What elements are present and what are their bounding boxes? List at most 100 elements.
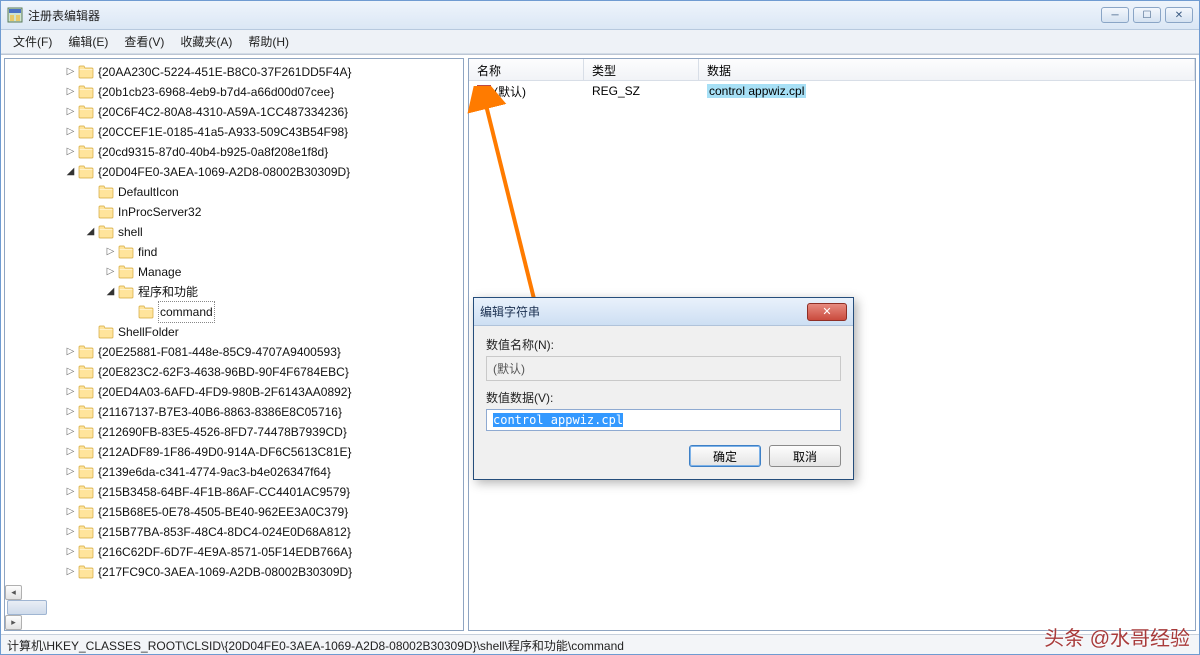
tree-node[interactable]: ▷ {2139e6da-c341-4774-9ac3-b4e026347f64}	[5, 462, 463, 482]
folder-icon	[98, 225, 114, 239]
expand-icon[interactable]: ▷	[65, 147, 76, 158]
menu-help[interactable]: 帮助(H)	[240, 30, 297, 53]
tree-node[interactable]: ▷command	[5, 302, 463, 322]
dialog-title: 编辑字符串	[480, 303, 807, 320]
tree-node[interactable]: ▷ {216C62DF-6D7F-4E9A-8571-05F14EDB766A}	[5, 542, 463, 562]
tree-node[interactable]: ◢ {20D04FE0-3AEA-1069-A2D8-08002B30309D}	[5, 162, 463, 182]
menu-view[interactable]: 查看(V)	[116, 30, 172, 53]
expand-icon[interactable]: ▷	[105, 247, 116, 258]
tree-node[interactable]: ▷ShellFolder	[5, 322, 463, 342]
tree-node[interactable]: ▷ find	[5, 242, 463, 262]
minimize-button[interactable]: ─	[1101, 7, 1129, 23]
scroll-left-button[interactable]: ◂	[5, 585, 22, 600]
folder-icon	[118, 265, 134, 279]
scroll-thumb[interactable]	[7, 600, 47, 615]
expand-icon[interactable]: ▷	[65, 367, 76, 378]
tree-node[interactable]: ▷{212690FB-83E5-4526-8FD7-74478B7939CD}	[5, 422, 463, 442]
maximize-button[interactable]: ☐	[1133, 7, 1161, 23]
menu-edit[interactable]: 编辑(E)	[60, 30, 116, 53]
expand-icon[interactable]: ▷	[65, 467, 76, 478]
folder-icon	[78, 545, 94, 559]
expand-icon[interactable]: ▷	[65, 387, 76, 398]
tree-node[interactable]: ▷DefaultIcon	[5, 182, 463, 202]
tree-node[interactable]: ▷ Manage	[5, 262, 463, 282]
menu-favorites[interactable]: 收藏夹(A)	[172, 30, 240, 53]
close-button[interactable]: ✕	[1165, 7, 1193, 23]
tree-node[interactable]: ▷{20AA230C-5224-451E-B8C0-37F261DD5F4A}	[5, 62, 463, 82]
tree-node[interactable]: ▷{20E25881-F081-448e-85C9-4707A9400593}	[5, 342, 463, 362]
tree-node-label: {216C62DF-6D7F-4E9A-8571-05F14EDB766A}	[98, 542, 352, 562]
cell-name: ab(默认)	[469, 83, 584, 100]
folder-icon	[118, 285, 134, 299]
col-data[interactable]: 数据	[699, 59, 1195, 80]
scroll-right-button[interactable]: ▸	[5, 615, 22, 630]
tree-node[interactable]: ▷ {21167137-B7E3-40B6-8863-8386E8C05716}	[5, 402, 463, 422]
window-title: 注册表编辑器	[28, 7, 1101, 24]
collapse-icon[interactable]: ◢	[65, 167, 76, 178]
tree-node-label: {20D04FE0-3AEA-1069-A2D8-08002B30309D}	[98, 162, 350, 182]
expand-icon[interactable]: ▷	[65, 447, 76, 458]
folder-icon	[78, 525, 94, 539]
tree-node[interactable]: ◢ shell	[5, 222, 463, 242]
expand-icon[interactable]: ▷	[65, 427, 76, 438]
tree-node-label: find	[138, 242, 157, 262]
collapse-icon[interactable]: ◢	[105, 287, 116, 298]
value-name: (默认)	[494, 85, 526, 99]
dialog-title-bar[interactable]: 编辑字符串 ✕	[474, 298, 853, 326]
folder-icon	[78, 565, 94, 579]
col-type[interactable]: 类型	[584, 59, 699, 80]
tree-node[interactable]: ▷{20C6F4C2-80A8-4310-A59A-1CC487334236}	[5, 102, 463, 122]
tree-node[interactable]: ▷{20ED4A03-6AFD-4FD9-980B-2F6143AA0892}	[5, 382, 463, 402]
ok-button[interactable]: 确定	[689, 445, 761, 467]
expand-icon[interactable]: ▷	[65, 67, 76, 78]
value-name-field: (默认)	[486, 356, 841, 381]
collapse-icon[interactable]: ◢	[85, 227, 96, 238]
expand-icon[interactable]: ▷	[65, 107, 76, 118]
tree-node[interactable]: ▷{20b1cb23-6968-4eb9-b7d4-a66d00d07cee}	[5, 82, 463, 102]
app-icon	[7, 7, 23, 23]
expand-icon[interactable]: ▷	[65, 407, 76, 418]
tree-node[interactable]: ▷{20cd9315-87d0-40b4-b925-0a8f208e1f8d}	[5, 142, 463, 162]
tree-node-label: 程序和功能	[138, 282, 198, 302]
folder-icon	[98, 205, 114, 219]
folder-icon	[78, 145, 94, 159]
tree-node[interactable]: ▷{217FC9C0-3AEA-1069-A2DB-08002B30309D}	[5, 562, 463, 582]
tree-node[interactable]: ▷{215B77BA-853F-48C4-8DC4-024E0D68A812}	[5, 522, 463, 542]
value-data-input[interactable]: control appwiz.cpl	[486, 409, 841, 431]
tree-node-label: ShellFolder	[118, 322, 179, 342]
expand-icon[interactable]: ▷	[65, 87, 76, 98]
tree-node[interactable]: ▷ {215B3458-64BF-4F1B-86AF-CC4401AC9579}	[5, 482, 463, 502]
expand-icon[interactable]: ▷	[65, 347, 76, 358]
tree-node[interactable]: ▷{20E823C2-62F3-4638-96BD-90F4F6784EBC}	[5, 362, 463, 382]
horizontal-scrollbar[interactable]: ◂ ▸	[5, 585, 463, 630]
tree-node-label: Manage	[138, 262, 181, 282]
expand-icon[interactable]: ▷	[65, 527, 76, 538]
tree-node-label: {215B3458-64BF-4F1B-86AF-CC4401AC9579}	[98, 482, 350, 502]
expand-icon[interactable]: ▷	[65, 487, 76, 498]
expand-icon[interactable]: ▷	[65, 567, 76, 578]
tree-node[interactable]: ◢ 程序和功能	[5, 282, 463, 302]
tree-node-label: {2139e6da-c341-4774-9ac3-b4e026347f64}	[98, 462, 331, 482]
tree-view[interactable]: ▷{20AA230C-5224-451E-B8C0-37F261DD5F4A}▷…	[5, 59, 463, 585]
folder-icon	[78, 445, 94, 459]
expand-icon[interactable]: ▷	[65, 127, 76, 138]
folder-icon	[98, 325, 114, 339]
expand-icon[interactable]: ▷	[65, 507, 76, 518]
cancel-button[interactable]: 取消	[769, 445, 841, 467]
tree-node[interactable]: ▷{212ADF89-1F86-49D0-914A-DF6C5613C81E}	[5, 442, 463, 462]
list-row[interactable]: ab(默认) REG_SZ control appwiz.cpl	[469, 81, 1195, 101]
folder-icon	[78, 405, 94, 419]
col-name[interactable]: 名称	[469, 59, 584, 80]
tree-node-label: {21167137-B7E3-40B6-8863-8386E8C05716}	[98, 402, 342, 422]
tree-node[interactable]: ▷{20CCEF1E-0185-41a5-A933-509C43B54F98}	[5, 122, 463, 142]
expand-icon[interactable]: ▷	[65, 547, 76, 558]
dialog-close-button[interactable]: ✕	[807, 303, 847, 321]
tree-node-label: shell	[118, 222, 143, 242]
title-bar[interactable]: 注册表编辑器 ─ ☐ ✕	[1, 1, 1199, 30]
tree-node[interactable]: ▷InProcServer32	[5, 202, 463, 222]
folder-icon	[78, 105, 94, 119]
menu-file[interactable]: 文件(F)	[5, 30, 60, 53]
tree-pane[interactable]: ▷{20AA230C-5224-451E-B8C0-37F261DD5F4A}▷…	[4, 58, 464, 631]
expand-icon[interactable]: ▷	[105, 267, 116, 278]
tree-node[interactable]: ▷{215B68E5-0E78-4505-BE40-962EE3A0C379}	[5, 502, 463, 522]
